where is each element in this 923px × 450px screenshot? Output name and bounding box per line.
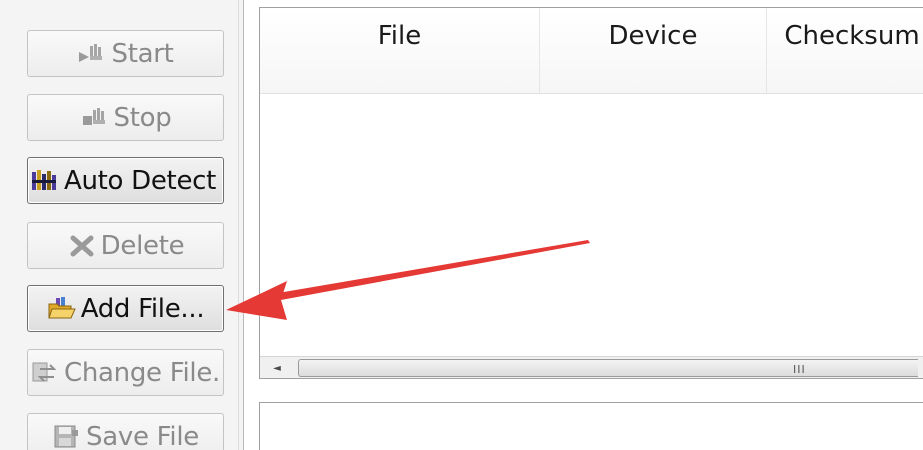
save-icon	[52, 424, 82, 450]
toolbar-panel: Start Stop Auto Detect Delete Add File..…	[0, 0, 244, 450]
stop-icon	[80, 105, 110, 131]
horizontal-scrollbar[interactable]: ◄ III	[260, 356, 923, 378]
start-label: Start	[111, 38, 174, 69]
save-file-label: Save File	[86, 421, 199, 450]
change-file-button[interactable]: Change File.	[27, 349, 224, 396]
scrollbar-grip: III	[793, 363, 806, 376]
details-pane	[259, 402, 923, 450]
start-button[interactable]: Start	[27, 30, 224, 77]
column-header-device[interactable]: Device	[540, 8, 767, 94]
delete-button[interactable]: Delete	[27, 222, 224, 269]
stop-button[interactable]: Stop	[27, 94, 224, 141]
delete-icon	[67, 233, 97, 259]
change-file-label: Change File.	[64, 357, 220, 388]
table-header: File Device Checksum	[260, 8, 923, 94]
play-icon	[77, 41, 107, 67]
column-header-checksum[interactable]: Checksum	[767, 8, 923, 94]
stop-label: Stop	[113, 102, 172, 133]
auto-detect-button[interactable]: Auto Detect	[27, 157, 224, 204]
delete-label: Delete	[100, 230, 185, 261]
column-header-file[interactable]: File	[260, 8, 540, 94]
open-folder-icon	[47, 296, 77, 322]
scrollbar-thumb[interactable]: III	[298, 359, 918, 377]
change-file-icon	[30, 360, 60, 386]
save-file-button[interactable]: Save File	[27, 413, 224, 450]
auto-detect-icon	[30, 168, 60, 194]
add-file-label: Add File...	[80, 293, 205, 324]
scroll-left-arrow-icon[interactable]: ◄	[262, 359, 292, 377]
add-file-button[interactable]: Add File...	[27, 285, 224, 332]
file-list-table[interactable]: File Device Checksum ◄ III	[259, 7, 923, 379]
auto-detect-label: Auto Detect	[64, 165, 217, 196]
